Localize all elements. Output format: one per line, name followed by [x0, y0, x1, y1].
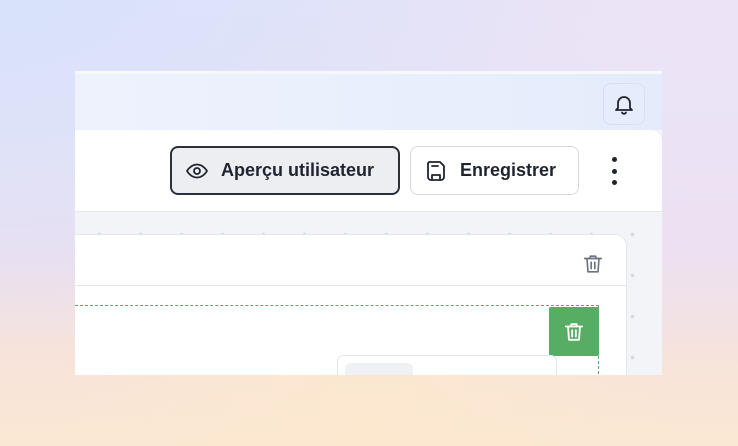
bell-icon: [615, 96, 633, 115]
editor-toolbar: Aperçu utilisateur Enregistrer: [75, 130, 662, 212]
field-chip: [345, 363, 413, 375]
card-delete-button[interactable]: [582, 253, 604, 275]
more-options-button[interactable]: [602, 157, 626, 185]
trash-icon: [564, 322, 584, 341]
save-label: Enregistrer: [460, 160, 557, 180]
section-delete-button[interactable]: [549, 307, 599, 356]
field-block[interactable]: [337, 355, 557, 375]
app-window: Aperçu utilisateur Enregistrer: [75, 71, 662, 375]
save-button[interactable]: Enregistrer: [410, 146, 579, 195]
eye-icon: [185, 159, 209, 183]
notifications-button[interactable]: [603, 83, 645, 125]
more-vertical-icon: [611, 157, 617, 162]
trash-icon: [583, 255, 603, 273]
user-preview-button[interactable]: Aperçu utilisateur: [170, 146, 400, 195]
content-card: [75, 234, 627, 375]
user-preview-label: Aperçu utilisateur: [221, 160, 375, 180]
top-bar: [75, 71, 662, 130]
card-header: [75, 235, 626, 286]
save-icon: [424, 159, 448, 183]
editor-canvas[interactable]: [75, 212, 662, 375]
